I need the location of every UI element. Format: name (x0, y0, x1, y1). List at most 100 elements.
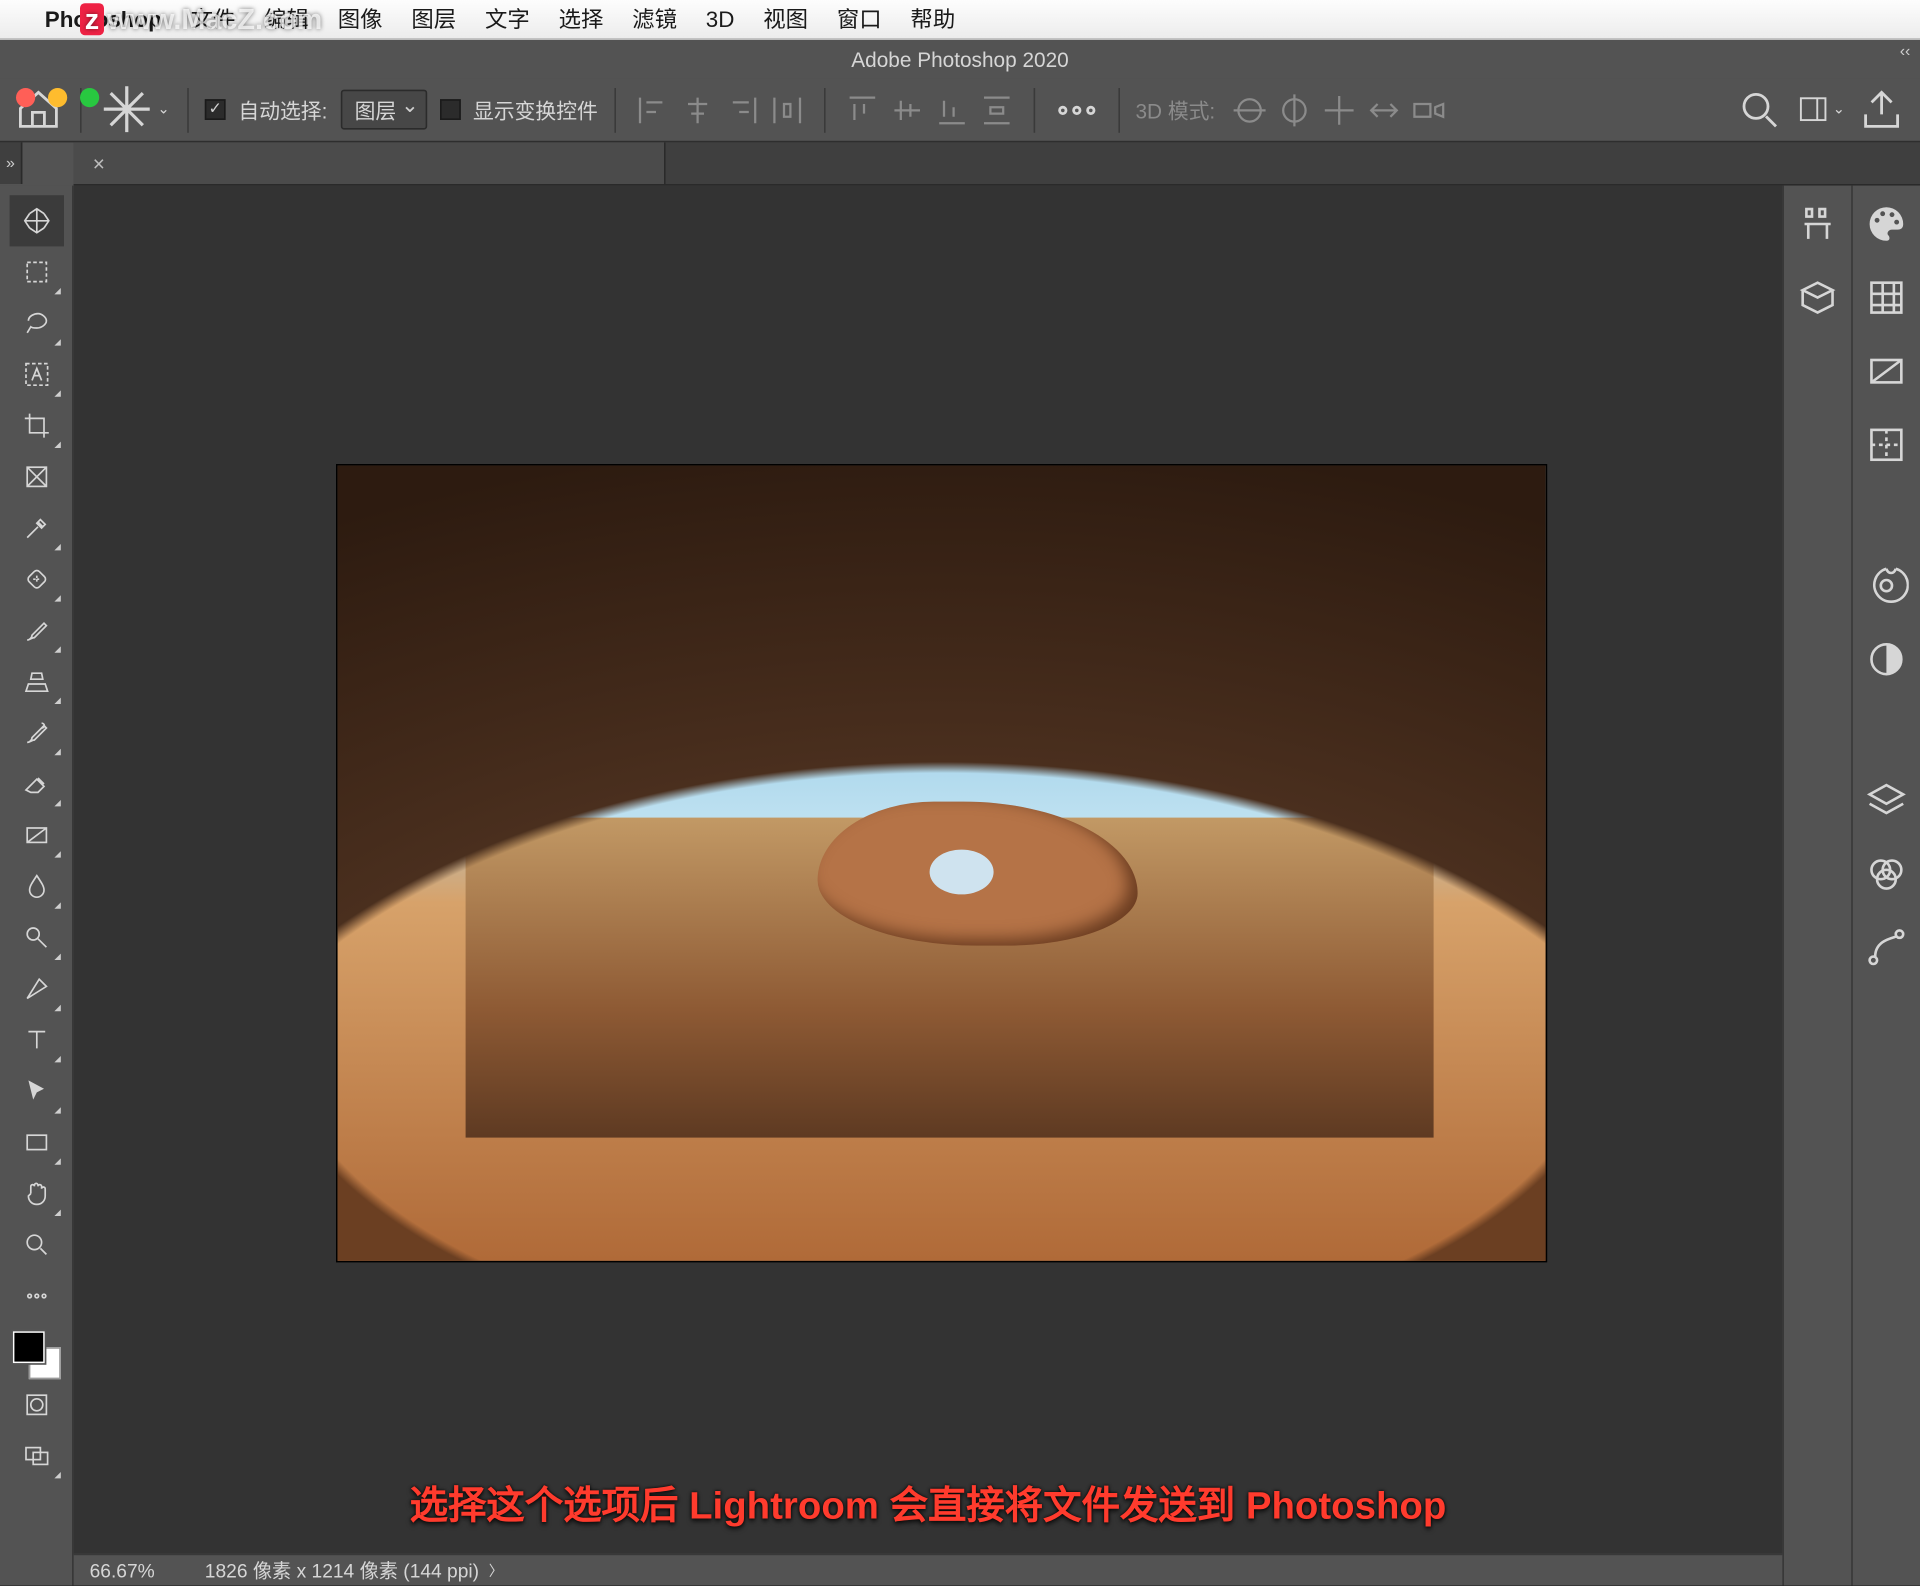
auto-select-target-select[interactable]: 图层 (340, 90, 426, 130)
clone-stamp-tool[interactable] (9, 656, 63, 707)
menu-view[interactable]: 视图 (763, 3, 808, 35)
dodge-tool[interactable] (9, 912, 63, 963)
zoom-tool[interactable] (9, 1219, 63, 1270)
3d-zoom-icon[interactable] (1407, 84, 1449, 135)
distribute-v-icon[interactable] (975, 84, 1017, 135)
3d-mode-label: 3D 模式: (1135, 94, 1215, 124)
document-dimensions[interactable]: 1826 像素 x 1214 像素 (144 ppi) (205, 1557, 479, 1584)
close-window-button[interactable] (16, 88, 35, 107)
channels-panel-icon[interactable] (1864, 851, 1909, 896)
menu-image[interactable]: 图像 (338, 3, 383, 35)
menu-window[interactable]: 窗口 (837, 3, 882, 35)
align-vcenter-icon[interactable] (886, 84, 928, 135)
menu-filter[interactable]: 滤镜 (632, 3, 677, 35)
collapse-panels-icon[interactable]: ‹‹ (1782, 40, 1920, 62)
options-bar: ⌄ 自动选择: 图层 显示变换控件 3D (0, 78, 1920, 142)
screen-mode-icon[interactable] (9, 1430, 63, 1481)
brush-tool[interactable] (9, 605, 63, 656)
properties-panel-icon[interactable] (1864, 563, 1909, 608)
tool-preset-picker[interactable]: ⌄ (98, 84, 172, 135)
minimize-window-button[interactable] (48, 88, 67, 107)
separator (1118, 87, 1120, 132)
eraser-tool[interactable] (9, 758, 63, 809)
edit-toolbar-icon[interactable] (9, 1270, 63, 1321)
blur-tool[interactable] (9, 861, 63, 912)
menu-type[interactable]: 文字 (485, 3, 530, 35)
3d-orbit-icon[interactable] (1228, 84, 1270, 135)
gradients-panel-icon[interactable] (1864, 349, 1909, 394)
expand-tools-icon[interactable]: » (0, 142, 22, 184)
healing-brush-tool[interactable] (9, 554, 63, 605)
workspace-switcher-icon[interactable]: ⌄ (1795, 84, 1846, 135)
3d-roll-icon[interactable] (1273, 84, 1315, 135)
zoom-window-button[interactable] (80, 88, 99, 107)
window-traffic-lights[interactable] (16, 88, 99, 107)
toolbox (0, 186, 74, 1586)
path-selection-tool[interactable] (9, 1066, 63, 1117)
zoom-level[interactable]: 66.67% (90, 1559, 186, 1581)
3d-mode-group (1228, 84, 1449, 135)
menu-3d[interactable]: 3D (706, 6, 735, 32)
document-canvas[interactable] (338, 466, 1546, 1261)
close-tab-icon[interactable]: × (93, 151, 105, 175)
type-tool[interactable] (9, 1014, 63, 1065)
image-arch-frame (338, 466, 1546, 1261)
rectangle-shape-tool[interactable] (9, 1117, 63, 1168)
status-menu-caret-icon[interactable]: 〉 (489, 1560, 503, 1581)
pen-tool[interactable] (9, 963, 63, 1014)
layers-panel-icon[interactable] (1864, 778, 1909, 823)
move-tool[interactable] (9, 195, 63, 246)
annotation-overlay: 选择这个选项后 Lightroom 会直接将文件发送到 Photoshop (74, 1474, 1783, 1530)
separator (1033, 87, 1035, 132)
quick-selection-tool[interactable] (9, 349, 63, 400)
align-hcenter-icon[interactable] (676, 84, 718, 135)
crop-tool[interactable] (9, 400, 63, 451)
menu-help[interactable]: 帮助 (910, 3, 955, 35)
menu-edit[interactable]: 编辑 (264, 3, 309, 35)
menu-file[interactable]: 文件 (191, 3, 236, 35)
macos-menubar[interactable]: Photoshop 文件 编辑 图像 图层 文字 选择 滤镜 3D 视图 窗口 … (0, 0, 1920, 40)
gradient-tool[interactable] (9, 810, 63, 861)
canvas-area[interactable]: 选择这个选项后 Lightroom 会直接将文件发送到 Photoshop 66… (74, 186, 1783, 1586)
align-top-icon[interactable] (841, 84, 883, 135)
3d-slide-icon[interactable] (1362, 84, 1404, 135)
align-bottom-icon[interactable] (931, 84, 973, 135)
panel-dock: ‹‹ (1782, 186, 1920, 1586)
quick-mask-mode-icon[interactable] (9, 1379, 63, 1430)
adjustments-panel-icon[interactable] (1864, 637, 1909, 682)
3d-pan-icon[interactable] (1318, 84, 1360, 135)
more-options-icon[interactable] (1051, 84, 1102, 135)
menu-layer[interactable]: 图层 (411, 3, 456, 35)
libraries-panel-icon[interactable] (1795, 275, 1840, 320)
color-swatch[interactable] (12, 1331, 60, 1379)
history-brush-tool[interactable] (9, 707, 63, 758)
frame-tool[interactable] (9, 451, 63, 502)
rectangular-marquee-tool[interactable] (9, 246, 63, 297)
history-panel-icon[interactable] (1795, 202, 1840, 247)
status-bar: 66.67% 1826 像素 x 1214 像素 (144 ppi) 〉 (74, 1554, 1783, 1586)
color-panel-icon[interactable] (1864, 202, 1909, 247)
show-transform-checkbox[interactable] (439, 99, 460, 120)
search-icon[interactable] (1734, 84, 1785, 135)
eyedropper-tool[interactable] (9, 502, 63, 553)
show-transform-label: 显示变换控件 (473, 94, 598, 124)
align-left-icon[interactable] (631, 84, 673, 135)
auto-select-checkbox[interactable] (205, 99, 226, 120)
patterns-panel-icon[interactable] (1864, 422, 1909, 467)
swatches-panel-icon[interactable] (1864, 275, 1909, 320)
hand-tool[interactable] (9, 1168, 63, 1219)
app-menu[interactable]: Photoshop (45, 6, 162, 32)
lasso-tool[interactable] (9, 298, 63, 349)
share-icon[interactable] (1856, 84, 1907, 135)
align-right-icon[interactable] (721, 84, 763, 135)
menu-select[interactable]: 选择 (559, 3, 604, 35)
distribute-h-icon[interactable] (766, 84, 808, 135)
separator (823, 87, 825, 132)
auto-select-label: 自动选择: (238, 94, 327, 124)
foreground-color[interactable] (12, 1331, 44, 1363)
document-tab[interactable]: × (74, 142, 666, 184)
document-tab-strip: » × (74, 142, 1920, 185)
align-group-horizontal (631, 84, 807, 135)
separator (614, 87, 616, 132)
paths-panel-icon[interactable] (1864, 925, 1909, 970)
